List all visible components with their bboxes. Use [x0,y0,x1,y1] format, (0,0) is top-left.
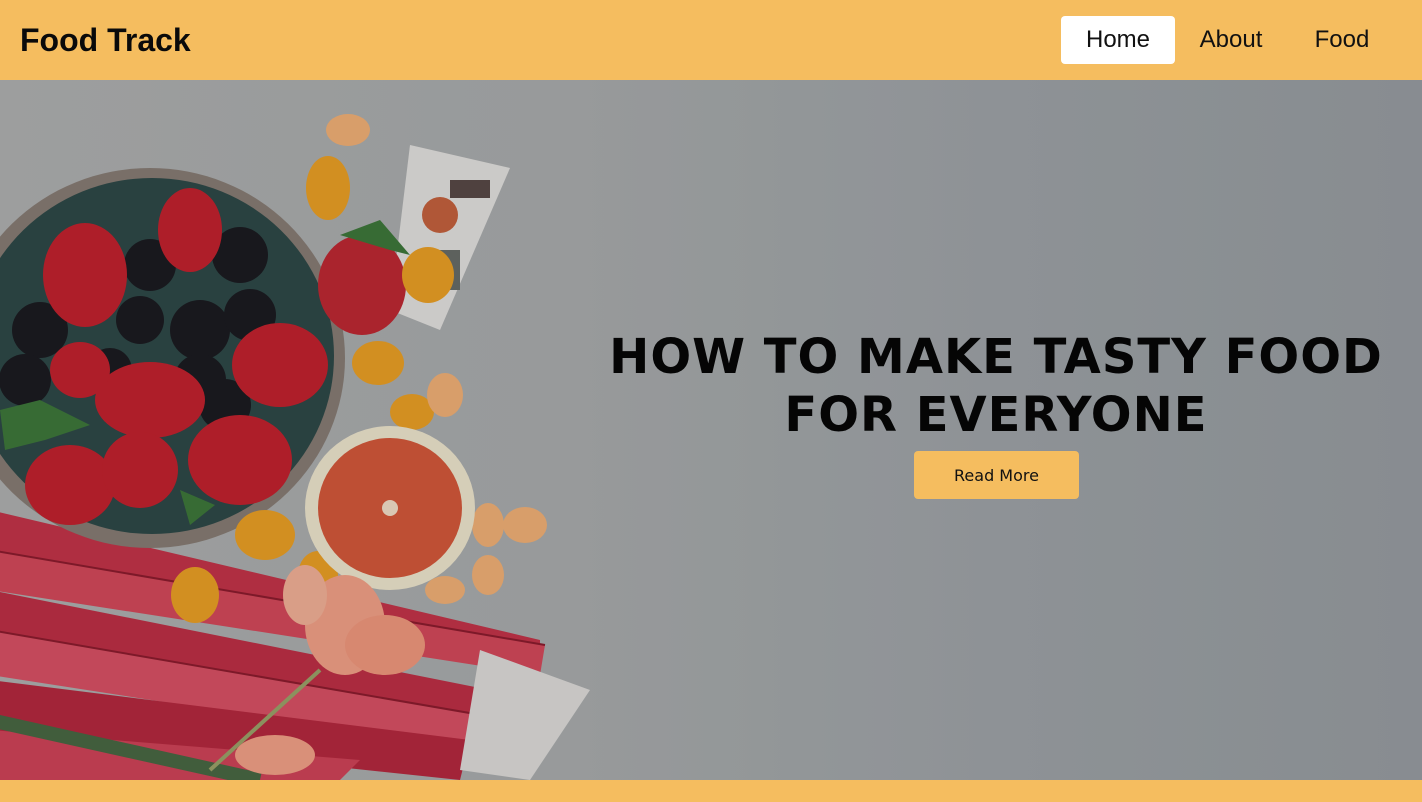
brand-title[interactable]: Food Track [20,20,191,60]
hero-section: HOW TO MAKE TASTY FOOD FOR EVERYONE Read… [0,80,1422,780]
nav-item-about[interactable]: About [1175,16,1287,64]
navbar: Food Track Home About Food [0,0,1422,80]
read-more-button[interactable]: Read More [914,451,1079,499]
nav-item-food[interactable]: Food [1287,16,1397,64]
hero-title-line-1: HOW TO MAKE TASTY FOOD [609,329,1383,385]
bottom-bar [0,780,1422,802]
hero-title: HOW TO MAKE TASTY FOOD FOR EVERYONE [590,328,1402,444]
nav-item-home[interactable]: Home [1061,16,1175,64]
hero-title-line-2: FOR EVERYONE [784,387,1208,443]
